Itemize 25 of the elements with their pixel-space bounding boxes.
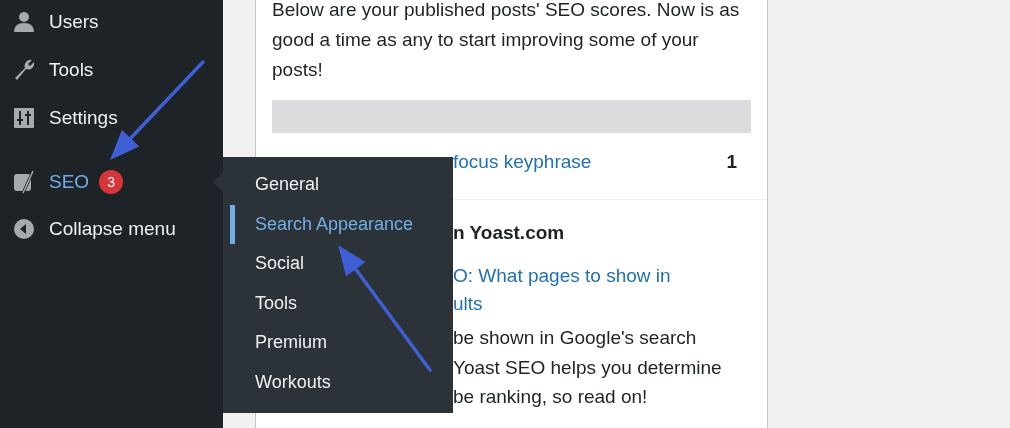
article-link[interactable]: ults bbox=[453, 290, 483, 318]
menu-item[interactable]: Collapse menu bbox=[49, 218, 176, 240]
article-text: be ranking, so read on! bbox=[453, 385, 648, 409]
article-link[interactable]: O: What pages to show in bbox=[453, 262, 671, 290]
score-count: 1 bbox=[726, 151, 737, 173]
submenu-item[interactable]: Social bbox=[230, 244, 453, 284]
submenu-item[interactable]: Tools bbox=[230, 283, 453, 323]
user-icon bbox=[12, 10, 36, 34]
news-heading: n Yoast.com bbox=[453, 221, 566, 245]
intro-text: Below are your published posts' SEO scores. Now is as good a time as any to start improving some of your posts! bbox=[272, 0, 741, 82]
article-text: Yoast SEO helps you determine bbox=[453, 355, 722, 380]
menu-item[interactable]: SEO bbox=[49, 171, 90, 193]
score-link[interactable]: focus keyphrase bbox=[453, 151, 592, 173]
sliders-icon bbox=[12, 106, 36, 130]
logo-icon bbox=[12, 170, 36, 194]
submenu-item[interactable]: General bbox=[230, 165, 453, 205]
menu-item[interactable]: Tools bbox=[49, 59, 94, 81]
article-text: be shown in Google's search bbox=[453, 326, 697, 350]
count-badge: 3 bbox=[99, 170, 124, 194]
submenu-item[interactable]: Premium bbox=[230, 323, 453, 363]
collapse-icon bbox=[12, 217, 36, 241]
menu-item[interactable]: Users bbox=[49, 11, 99, 33]
submenu-item[interactable]: Workouts bbox=[230, 362, 453, 402]
menu-item[interactable]: Settings bbox=[49, 107, 118, 129]
submenu-item[interactable]: Search Appearance bbox=[230, 204, 453, 244]
